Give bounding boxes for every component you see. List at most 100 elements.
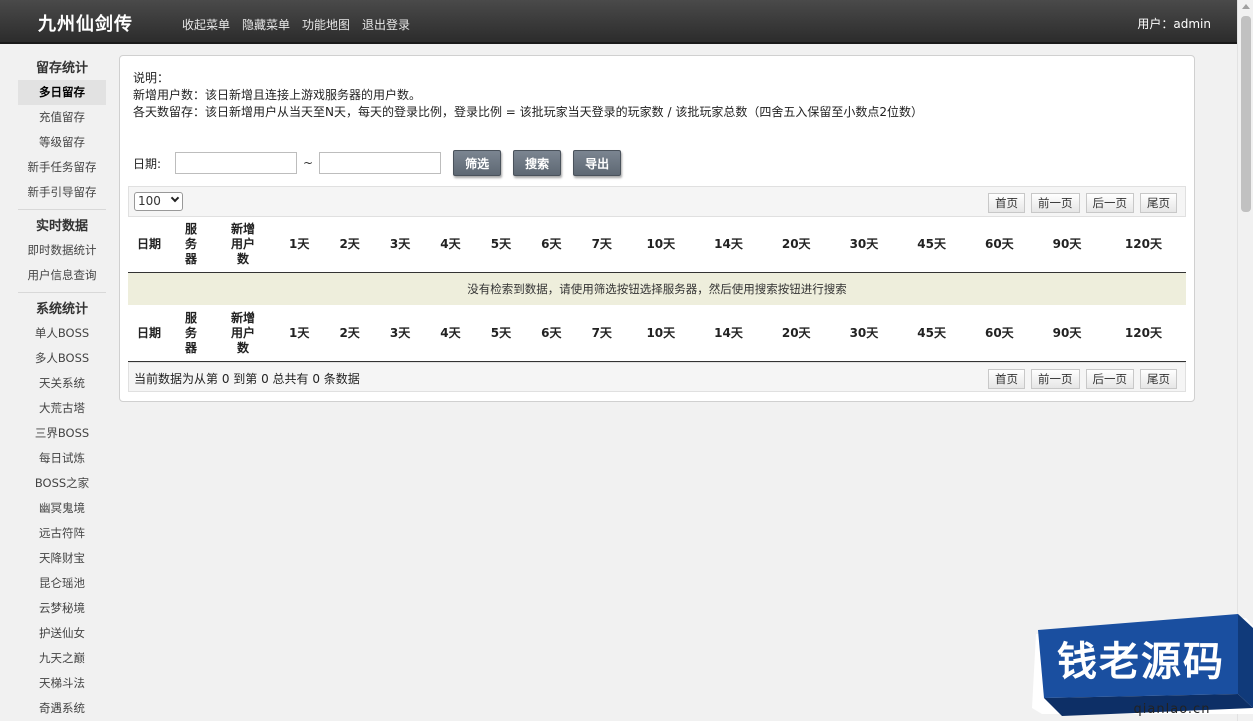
sidebar-item[interactable]: 奇遇系统	[18, 696, 106, 721]
sidebar-item-level-retention[interactable]: 等级留存	[18, 130, 106, 155]
description-block: 说明： 新增用户数：该日新增且连接上游戏服务器的用户数。 各天数留存：该日新增用…	[133, 70, 923, 121]
sidebar-group-title: 系统统计	[35, 302, 88, 317]
sidebar-item[interactable]: 幽冥鬼境	[18, 496, 106, 521]
sidebar-item[interactable]: 天降财宝	[18, 546, 106, 571]
sidebar-item[interactable]: 护送仙女	[18, 621, 106, 646]
sidebar-item[interactable]: 三界BOSS	[18, 421, 106, 446]
column-footer-day: 6天	[541, 326, 562, 341]
column-header-day[interactable]: 120天	[1101, 218, 1186, 272]
column-footer-day: 120天	[1124, 326, 1162, 341]
app-title[interactable]: 九州仙剑传	[38, 10, 133, 36]
column-header-day[interactable]: 4天	[425, 218, 475, 272]
page-size-select[interactable]: 100	[134, 192, 183, 211]
sidebar-item[interactable]: 每日试炼	[18, 446, 106, 471]
description-title: 说明：	[133, 71, 170, 85]
top-navbar: 九州仙剑传 收起菜单 隐藏菜单 功能地图 退出登录 用户：admin	[0, 0, 1237, 44]
column-header-day[interactable]: 7天	[577, 218, 627, 272]
column-header-day[interactable]: 90天	[1033, 218, 1101, 272]
sidebar-item[interactable]: 多人BOSS	[18, 346, 106, 371]
column-footer-date: 日期	[136, 326, 161, 341]
search-button[interactable]: 搜索	[513, 150, 562, 176]
collapse-menu-link[interactable]: 收起菜单	[182, 16, 230, 33]
column-footer-day: 30天	[849, 326, 879, 341]
end-date-input[interactable]	[319, 152, 442, 174]
logout-link[interactable]: 退出登录	[362, 16, 410, 33]
column-footer-day: 45天	[917, 326, 946, 341]
sidebar-item-recharge-retention[interactable]: 充值留存	[18, 105, 106, 130]
pager-bottom: 首页 前一页 后一页 尾页	[988, 369, 1177, 389]
column-header-day[interactable]: 1天	[274, 218, 324, 272]
sidebar-group-retention: 留存统计 多日留存 充值留存 等级留存 新手任务留存 新手引导留存	[18, 58, 106, 210]
column-header-day[interactable]: 2天	[324, 218, 374, 272]
first-page-button[interactable]: 首页	[988, 193, 1025, 213]
main-panel: 说明： 新增用户数：该日新增且连接上游戏服务器的用户数。 各天数留存：该日新增用…	[119, 55, 1195, 402]
column-footer-day: 2天	[339, 326, 360, 341]
sidebar-item[interactable]: 大荒古塔	[18, 396, 106, 421]
column-header-date[interactable]: 日期	[128, 218, 170, 272]
table-footer-header: 日期 服务器 新增用户数 1天 2天 3天 4天 5天 6天 7天 10天 14…	[128, 307, 1186, 362]
start-date-input[interactable]	[175, 152, 298, 174]
function-map-link[interactable]: 功能地图	[302, 16, 350, 33]
prev-page-button[interactable]: 前一页	[1031, 193, 1080, 213]
column-header-server[interactable]: 服务器	[170, 218, 212, 272]
column-footer-day: 90天	[1052, 326, 1082, 341]
top-nav-menu: 收起菜单 隐藏菜单 功能地图 退出登录	[182, 16, 410, 33]
column-header-day[interactable]: 45天	[898, 218, 966, 272]
description-retention: 各天数留存：该日新增用户从当天至N天，每天的登录比例，登录比例 = 该批玩家当天…	[133, 105, 923, 119]
table-header: 日期 服务器 新增用户数 1天 2天 3天 4天 5天 6天 7天 10天 14…	[128, 218, 1186, 273]
watermark-url: qianlao.cn	[1133, 702, 1211, 717]
column-footer-server: 服务器	[170, 307, 212, 361]
filter-button[interactable]: 筛选	[453, 150, 502, 176]
column-footer-day: 5天	[490, 326, 512, 341]
next-page-button[interactable]: 后一页	[1085, 193, 1134, 213]
sidebar-item[interactable]: 九天之巅	[18, 646, 106, 671]
sidebar-item-multi-day-retention[interactable]: 多日留存	[18, 80, 106, 105]
sidebar-item[interactable]: 单人BOSS	[18, 321, 106, 346]
hide-menu-link[interactable]: 隐藏菜单	[242, 16, 290, 33]
prev-page-button[interactable]: 前一页	[1031, 369, 1080, 389]
column-footer-day: 4天	[440, 326, 461, 341]
sidebar-item-newbie-task-retention[interactable]: 新手任务留存	[18, 155, 106, 180]
sidebar: 留存统计 多日留存 充值留存 等级留存 新手任务留存 新手引导留存 实时数据 即…	[18, 58, 106, 721]
column-header-day[interactable]: 30天	[830, 218, 898, 272]
column-header-new-users[interactable]: 新增用户数	[212, 218, 274, 272]
column-footer-day: 60天	[984, 326, 1014, 341]
column-footer-day: 20天	[781, 326, 811, 341]
sidebar-item[interactable]: 远古符阵	[18, 521, 106, 546]
column-header-day[interactable]: 10天	[627, 218, 695, 272]
export-button[interactable]: 导出	[573, 150, 622, 176]
column-footer-day: 14天	[714, 326, 743, 341]
sidebar-item[interactable]: 昆仑瑶池	[18, 571, 106, 596]
column-footer-day: 10天	[646, 326, 676, 341]
column-footer-day: 3天	[389, 326, 411, 341]
first-page-button[interactable]: 首页	[988, 369, 1025, 389]
sidebar-item[interactable]: BOSS之家	[18, 471, 106, 496]
column-header-day[interactable]: 5天	[476, 218, 526, 272]
scroll-thumb[interactable]	[1241, 16, 1251, 212]
last-page-button[interactable]: 尾页	[1140, 193, 1177, 213]
sidebar-group-realtime: 实时数据 即时数据统计 用户信息查询	[18, 216, 106, 293]
column-footer-server-label: 服务器	[184, 311, 197, 356]
column-header-day[interactable]: 60天	[965, 218, 1033, 272]
column-header-day[interactable]: 6天	[526, 218, 576, 272]
sidebar-item[interactable]: 天梯斗法	[18, 671, 106, 696]
sidebar-group-title: 实时数据	[35, 219, 88, 234]
table-status-bar: 当前数据为从第 0 到第 0 总共有 0 条数据 首页 前一页 后一页 尾页	[128, 362, 1186, 392]
date-separator: ~	[303, 156, 314, 170]
description-new-users: 新增用户数：该日新增且连接上游戏服务器的用户数。	[133, 88, 422, 102]
page-size-value: 100	[138, 194, 161, 208]
column-header-server-label: 服务器	[184, 222, 197, 267]
column-header-day[interactable]: 14天	[695, 218, 763, 272]
user-label: 用户：admin	[1137, 17, 1211, 31]
sidebar-item-realtime-stats[interactable]: 即时数据统计	[18, 238, 106, 263]
date-label: 日期:	[133, 156, 162, 171]
sidebar-item-newbie-guide-retention[interactable]: 新手引导留存	[18, 180, 106, 205]
last-page-button[interactable]: 尾页	[1140, 369, 1177, 389]
sidebar-item[interactable]: 云梦秘境	[18, 596, 106, 621]
column-header-day[interactable]: 3天	[375, 218, 425, 272]
sidebar-item[interactable]: 天关系统	[18, 371, 106, 396]
column-header-day[interactable]: 20天	[762, 218, 830, 272]
next-page-button[interactable]: 后一页	[1085, 369, 1134, 389]
scroll-up-arrow-icon[interactable]	[1242, 4, 1250, 9]
sidebar-item-user-query[interactable]: 用户信息查询	[18, 263, 106, 288]
